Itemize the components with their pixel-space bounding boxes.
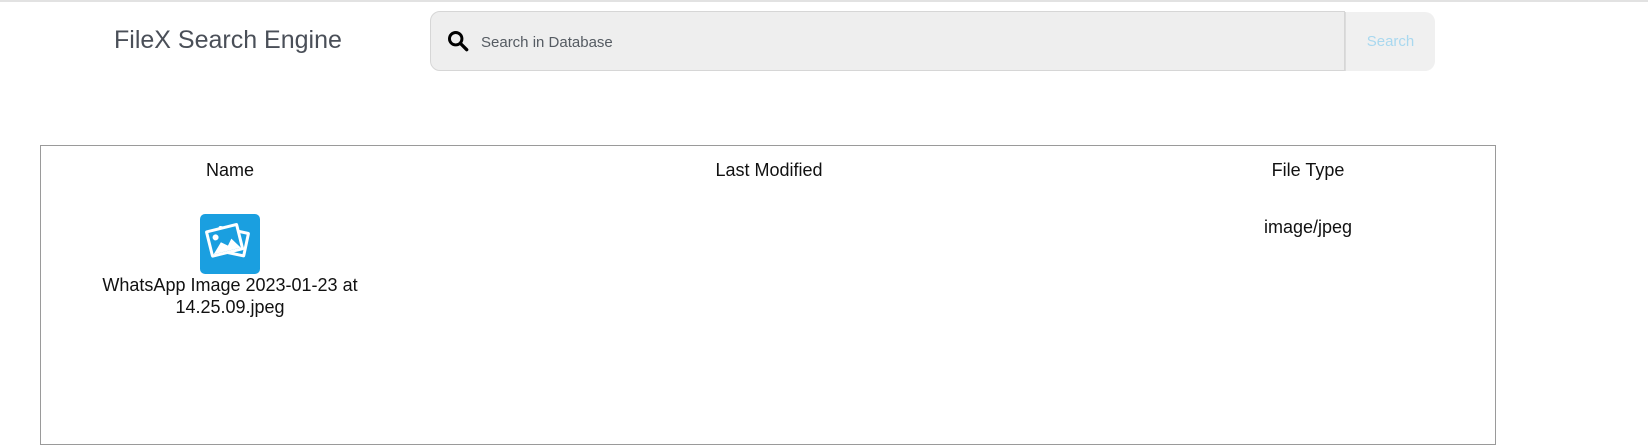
site-title: FileX Search Engine	[114, 26, 342, 54]
search-input[interactable]	[479, 12, 1333, 72]
file-item[interactable]: WhatsApp Image 2023-01-23 at 14.25.09.jp…	[80, 214, 380, 318]
column-header-file-type[interactable]: File Type	[1272, 160, 1345, 181]
search-bar	[430, 11, 1345, 72]
file-name[interactable]: WhatsApp Image 2023-01-23 at 14.25.09.jp…	[80, 274, 380, 318]
file-type-value: image/jpeg	[1263, 217, 1353, 237]
results-table: Name Last Modified File Type WhatsApp Im…	[40, 145, 1496, 445]
column-header-name[interactable]: Name	[206, 160, 254, 181]
column-header-last-modified[interactable]: Last Modified	[715, 160, 822, 181]
search-button[interactable]: Search	[1345, 12, 1435, 71]
top-divider	[0, 0, 1648, 2]
search-icon	[448, 31, 469, 52]
image-file-icon	[200, 214, 260, 274]
